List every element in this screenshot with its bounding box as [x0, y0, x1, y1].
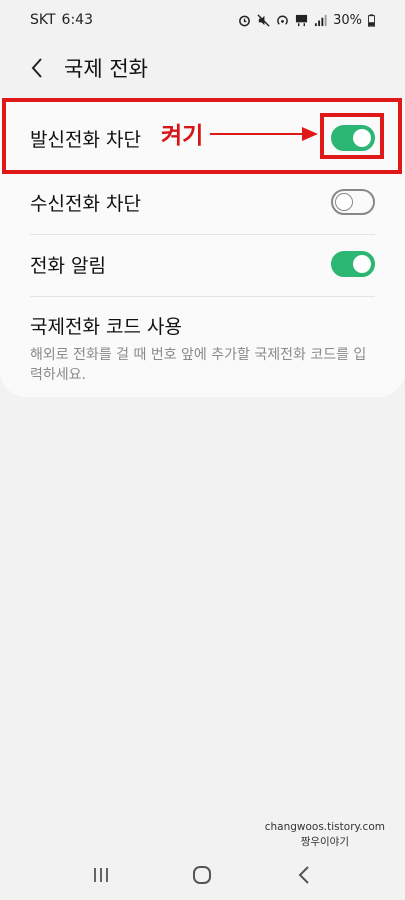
- toggle-knob: [353, 255, 371, 273]
- setting-incoming-block[interactable]: 수신전화 차단: [30, 184, 375, 220]
- call-alert-toggle[interactable]: [331, 251, 375, 277]
- setting-label: 전화 알림: [30, 254, 106, 277]
- toggle-knob: [353, 129, 371, 147]
- battery-text: 30%: [333, 12, 362, 28]
- watermark: changwoos.tistory.com 짱우이야기: [265, 820, 385, 850]
- signal-icon: [315, 14, 327, 26]
- home-button[interactable]: [182, 855, 222, 895]
- chevron-left-icon: [298, 866, 309, 884]
- setting-description: 해외로 전화를 걸 때 번호 앞에 추가할 국제전화 코드를 입력하세요.: [30, 347, 367, 383]
- back-button[interactable]: [22, 53, 52, 83]
- battery-icon: [368, 13, 375, 27]
- divider: [30, 172, 375, 173]
- divider: [30, 234, 375, 235]
- carrier: SKT: [30, 12, 56, 28]
- recent-apps-button[interactable]: [81, 855, 121, 895]
- setting-call-alert[interactable]: 전화 알림: [30, 246, 375, 282]
- annotation-text: 켜기: [161, 123, 204, 149]
- page-title: 국제 전화: [64, 57, 148, 81]
- arrow-right-icon: [210, 127, 318, 141]
- mute-icon: [257, 13, 270, 27]
- watermark-url: changwoos.tistory.com: [264, 821, 385, 833]
- incoming-block-toggle[interactable]: [331, 189, 375, 215]
- back-nav-button[interactable]: [284, 855, 324, 895]
- status-left: SKT 6:43: [30, 12, 93, 28]
- lte-icon: [296, 14, 308, 26]
- app-header: 국제 전화: [0, 45, 405, 91]
- alarm-icon: [239, 15, 250, 26]
- chevron-left-icon: [31, 58, 42, 78]
- home-icon: [193, 866, 212, 884]
- divider: [30, 296, 375, 297]
- setting-label: 수신전화 차단: [30, 192, 141, 215]
- outgoing-block-toggle[interactable]: [331, 125, 375, 151]
- setting-title: 국제전화 코드 사용: [30, 316, 182, 338]
- setting-intl-code[interactable]: 국제전화 코드 사용 해외로 전화를 걸 때 번호 앞에 추가할 국제전화 코드…: [30, 312, 375, 385]
- clock: 6:43: [61, 12, 93, 28]
- setting-label: 발신전화 차단: [30, 128, 141, 151]
- toggle-knob: [335, 193, 353, 211]
- status-right: 30%: [238, 13, 375, 28]
- watermark-blog-name: 짱우이야기: [300, 836, 350, 848]
- status-bar: SKT 6:43 30%: [0, 0, 405, 40]
- navigation-bar: [0, 850, 405, 900]
- recent-apps-icon: [93, 868, 108, 882]
- hotspot-icon: [277, 15, 288, 25]
